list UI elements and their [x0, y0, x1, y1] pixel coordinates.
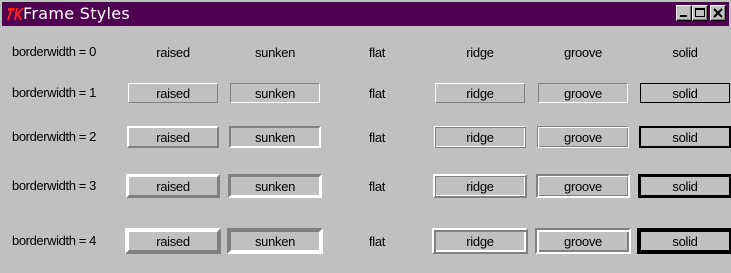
close-button[interactable] — [710, 5, 726, 21]
frame-sunken-bw3: sunken — [228, 174, 322, 198]
frame-raised-bw1: raised — [128, 83, 218, 103]
minimize-button[interactable] — [676, 5, 692, 21]
frame-sunken-bw0: sunken — [231, 43, 319, 61]
frame-ridge-bw2: ridge — [434, 126, 526, 148]
frame-flat-bw1: flat — [332, 83, 422, 103]
frame-groove-bw2: groove — [537, 126, 629, 148]
window-title: Frame Styles — [23, 4, 131, 23]
row-label-borderwidth-1: borderwidth = 1 — [12, 85, 96, 100]
maximize-button[interactable] — [692, 5, 708, 21]
frame-solid-bw1: solid — [640, 83, 730, 103]
frame-sunken-bw4: sunken — [227, 228, 323, 254]
frame-flat-bw2: flat — [331, 126, 423, 148]
frame-sunken-bw2: sunken — [229, 126, 321, 148]
row-label-borderwidth-3: borderwidth = 3 — [12, 178, 96, 193]
minimize-icon — [680, 15, 687, 17]
close-icon — [713, 8, 723, 18]
frame-ridge-bw4: ridge — [432, 228, 528, 254]
frame-solid-bw3: solid — [638, 174, 731, 198]
frame-groove-bw4: groove — [535, 228, 631, 254]
frame-sunken-bw1: sunken — [230, 83, 320, 103]
maximize-icon — [695, 8, 705, 17]
frame-flat-bw4: flat — [329, 228, 425, 254]
frame-ridge-bw0: ridge — [436, 43, 524, 61]
frame-solid-bw0: solid — [641, 43, 729, 61]
frame-raised-bw0: raised — [129, 43, 217, 61]
frame-flat-bw0: flat — [333, 43, 421, 61]
frame-raised-bw2: raised — [127, 126, 219, 148]
frame-raised-bw3: raised — [126, 174, 220, 198]
row-label-borderwidth-2: borderwidth = 2 — [12, 129, 96, 144]
frame-groove-bw3: groove — [536, 174, 630, 198]
frame-solid-bw4: solid — [637, 228, 731, 254]
row-label-borderwidth-4: borderwidth = 4 — [12, 233, 96, 248]
frame-solid-bw2: solid — [639, 126, 731, 148]
frame-styles-window: Frame Styles borderwidth = 0 raised sunken… — [0, 0, 731, 273]
row-label-borderwidth-0: borderwidth = 0 — [12, 44, 96, 59]
frame-ridge-bw1: ridge — [435, 83, 525, 103]
title-bar[interactable]: Frame Styles — [2, 2, 729, 26]
frame-raised-bw4: raised — [125, 228, 221, 254]
frame-flat-bw3: flat — [330, 174, 424, 198]
frame-groove-bw1: groove — [538, 83, 628, 103]
frame-groove-bw0: groove — [539, 43, 627, 61]
frame-ridge-bw3: ridge — [433, 174, 527, 198]
